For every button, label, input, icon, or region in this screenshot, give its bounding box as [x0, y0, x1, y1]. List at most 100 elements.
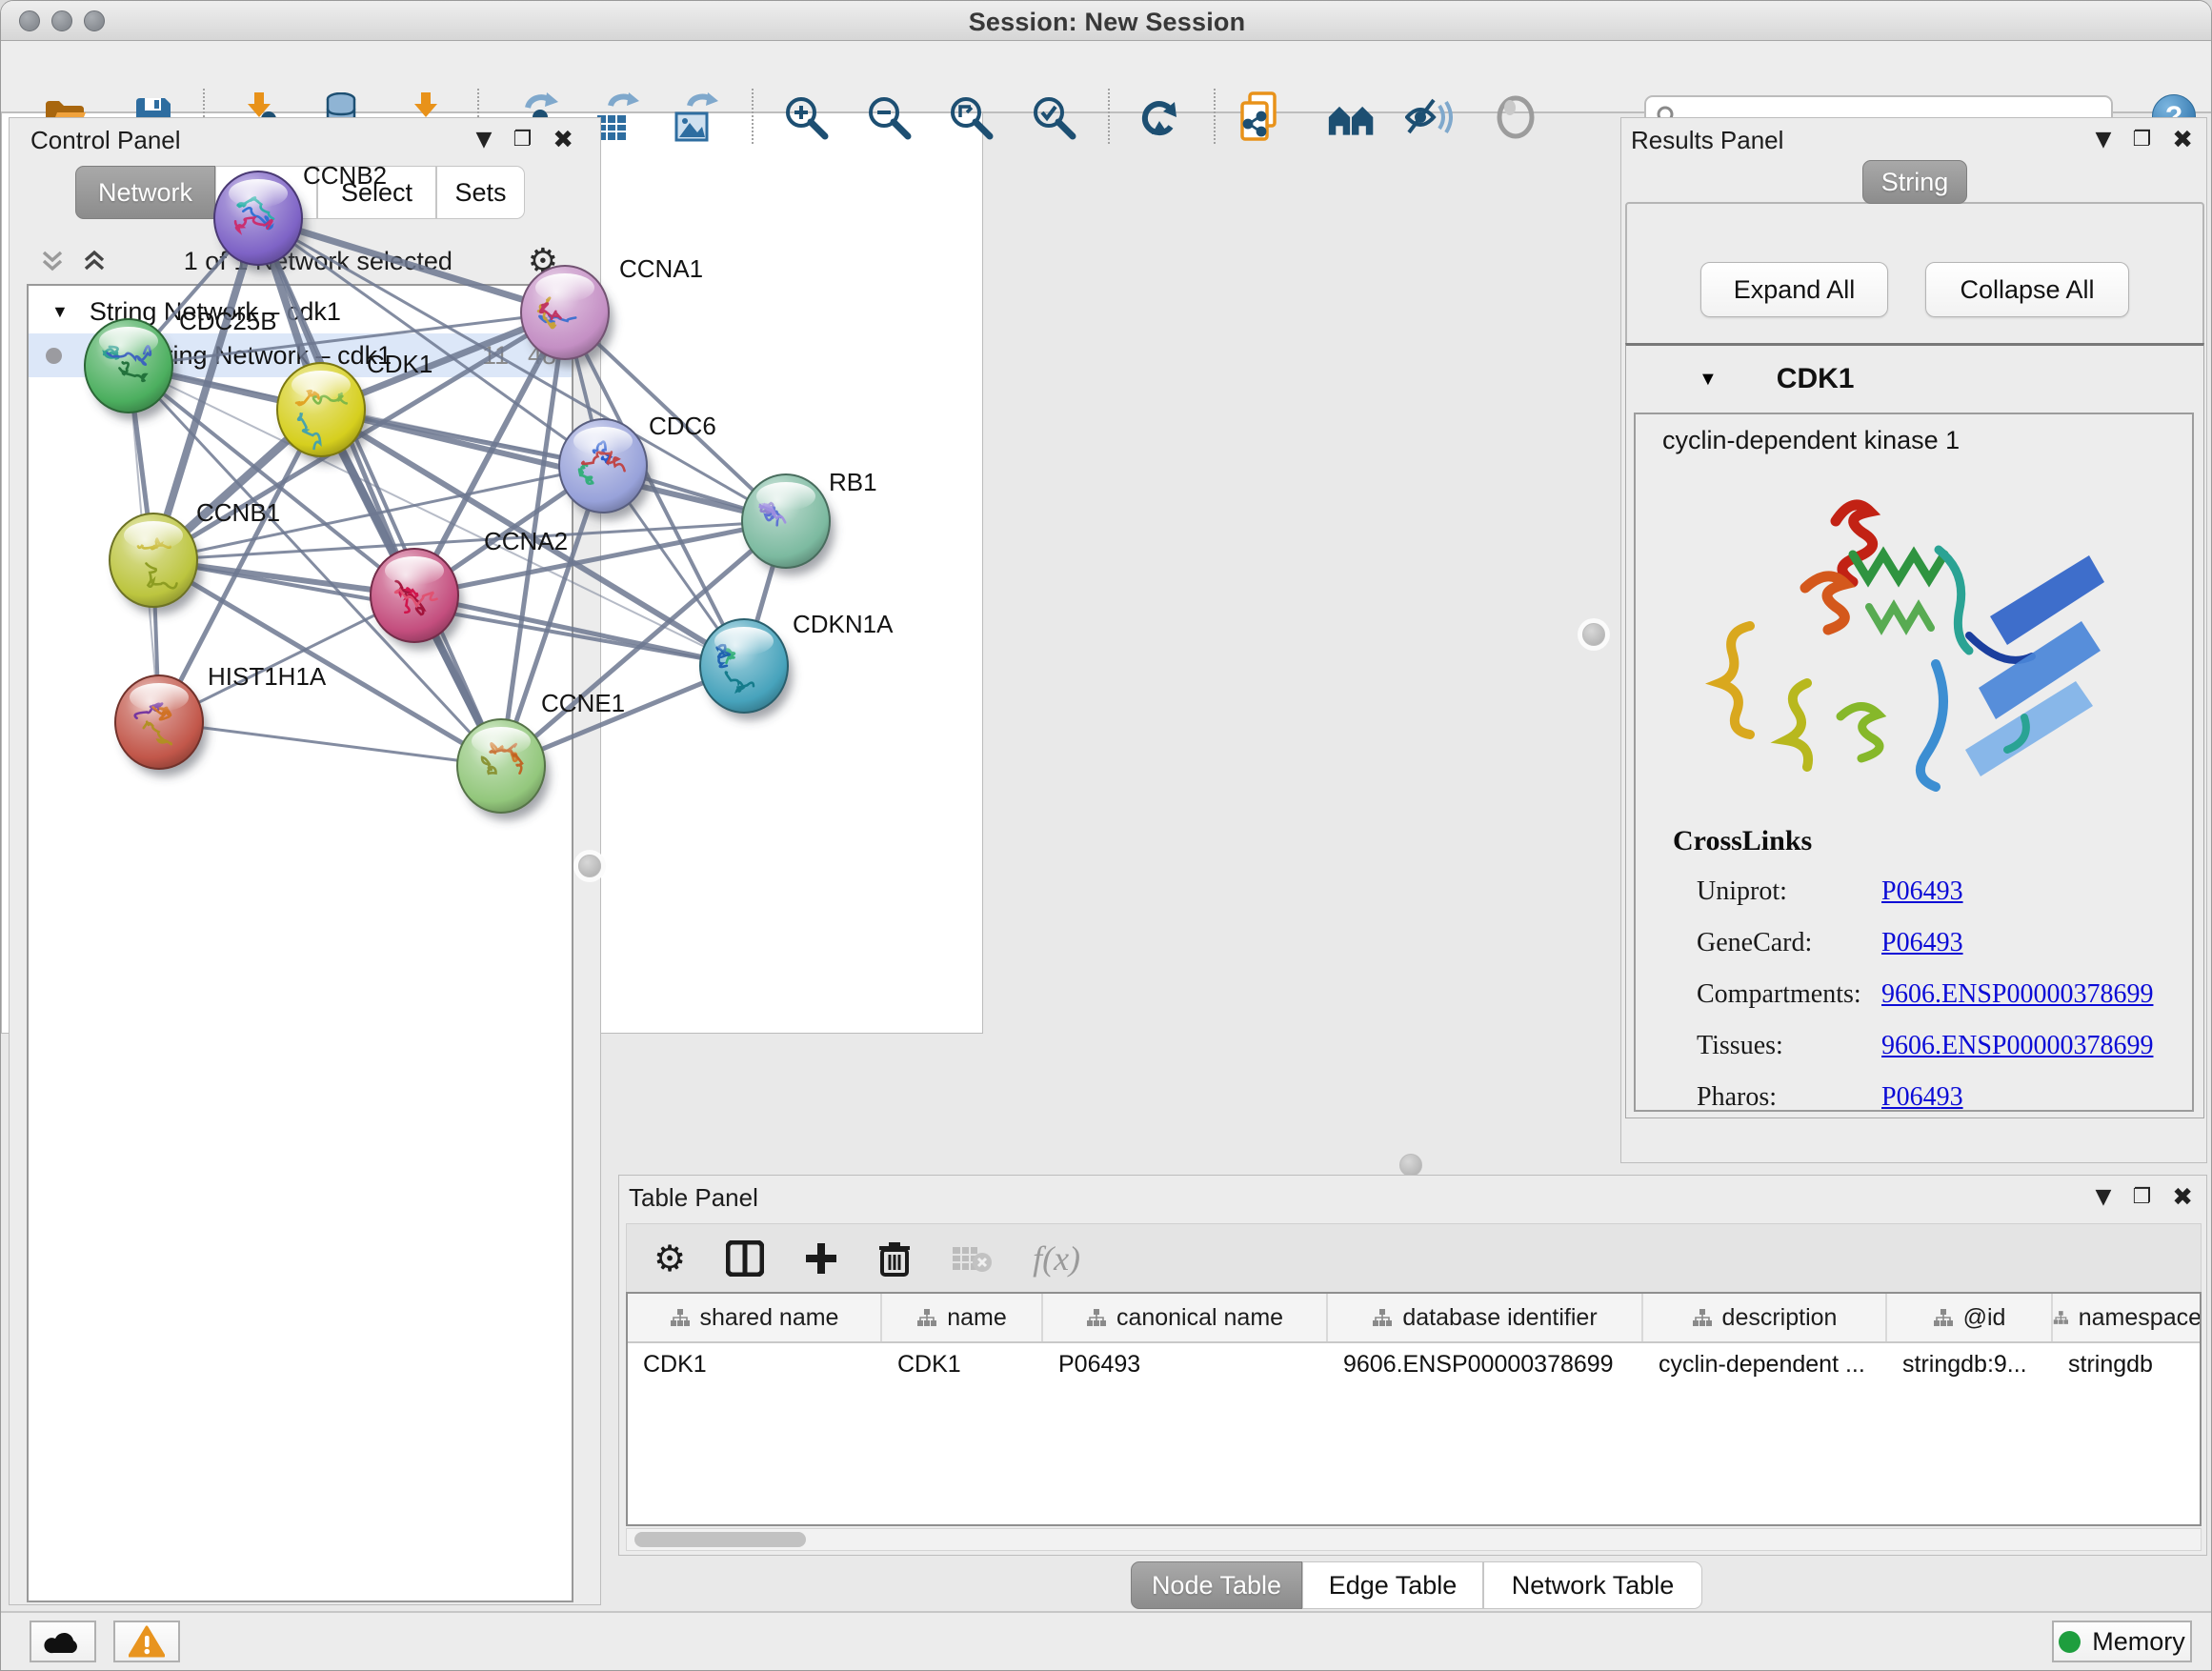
scrollbar-thumb[interactable]	[634, 1532, 806, 1547]
crosslinks-title: CrossLinks	[1673, 825, 1812, 857]
network-view-panel: CCNB2CCNA1CDC25BCDK1CDC6RB1CCNB1CCNA2CDK…	[1, 1, 983, 1034]
network-node-CCNB1[interactable]: CCNB1	[110, 498, 280, 614]
network-node-CCNA1[interactable]: CCNA1	[521, 254, 703, 367]
tab-edge-table[interactable]: Edge Table	[1302, 1561, 1483, 1609]
network-edge	[321, 410, 786, 521]
crosslink-label: GeneCard:	[1697, 928, 1881, 958]
cloud-icon	[43, 1628, 83, 1655]
tab-node-table[interactable]: Node Table	[1131, 1561, 1302, 1609]
function-builder-icon[interactable]: f(x)	[1033, 1238, 1080, 1278]
column-header-label: @id	[1963, 1304, 2006, 1332]
node-label: CCNA1	[619, 254, 703, 283]
node-label: CCNB1	[196, 498, 280, 527]
crosslink-label: Pharos:	[1697, 1082, 1881, 1113]
panel-float-icon[interactable]: ❐	[2132, 1187, 2151, 1208]
node-label: CDC25B	[179, 307, 277, 335]
protein-name: CDK1	[1777, 363, 1855, 395]
results-panel-title: Results Panel	[1631, 126, 1783, 155]
crosslink-link[interactable]: P06493	[1881, 928, 1963, 958]
node-label: CDC6	[649, 412, 716, 440]
tab-string[interactable]: String	[1862, 160, 1967, 204]
table-cell: CDK1	[882, 1351, 1043, 1379]
node-label: CCNE1	[541, 689, 625, 717]
crosslink-row: Uniprot:P06493	[1697, 866, 2173, 917]
memory-status-icon	[2059, 1631, 2081, 1653]
toolbar-separator	[1214, 89, 1216, 144]
column-header-@id[interactable]: @id	[1887, 1294, 2053, 1341]
cloud-button[interactable]	[30, 1621, 96, 1662]
panel-menu-icon[interactable]: ▼	[2096, 1187, 2112, 1208]
tab-network-table[interactable]: Network Table	[1483, 1561, 1702, 1609]
protein-results-list: ▼ CDK1 cyclin-dependent kinase 1	[1625, 343, 2204, 1118]
network-from-clipboard-icon[interactable]	[1236, 92, 1285, 142]
results-panel: Results Panel ▼ ❐ ✖ String Expand All Co…	[1620, 117, 2207, 1163]
show-hide-panel-icon[interactable]	[1491, 92, 1540, 142]
network-node-RB1[interactable]: RB1	[742, 468, 877, 575]
show-columns-icon[interactable]	[726, 1240, 764, 1277]
column-header-description[interactable]: description	[1643, 1294, 1887, 1341]
memory-button[interactable]: Memory	[2052, 1621, 2192, 1662]
network-node-HIST1H1A[interactable]: HIST1H1A	[115, 662, 327, 776]
network-node-CCNE1[interactable]: CCNE1	[457, 689, 625, 820]
protein-expander-icon[interactable]: ▼	[1699, 369, 1718, 391]
hide-glyphs-icon[interactable]	[1405, 92, 1455, 142]
table-options-gear-icon[interactable]: ⚙	[654, 1238, 686, 1279]
column-header-database-identifier[interactable]: database identifier	[1328, 1294, 1643, 1341]
protein-structure-image	[1693, 464, 2137, 816]
crosslink-link[interactable]: 9606.ENSP00000378699	[1881, 979, 2153, 1010]
panel-menu-icon[interactable]: ▼	[2096, 130, 2112, 151]
table-body: CDK1CDK1P064939606.ENSP00000378699cyclin…	[628, 1343, 2200, 1385]
left-splitter-handle[interactable]	[578, 855, 601, 877]
network-edge	[414, 595, 744, 666]
network-node-CDC25B[interactable]: CDC25B	[85, 307, 277, 420]
crosslink-link[interactable]: P06493	[1881, 876, 1963, 907]
network-edge	[159, 722, 501, 766]
table-toolbar: ⚙ f(x)	[626, 1223, 2202, 1292]
column-header-name[interactable]: name	[882, 1294, 1043, 1341]
crosslink-label: Compartments:	[1697, 979, 1881, 1010]
column-header-label: name	[947, 1304, 1007, 1332]
memory-label: Memory	[2092, 1627, 2185, 1657]
network-node-CCNB2[interactable]: CCNB2	[214, 161, 387, 272]
crosslink-link[interactable]: P06493	[1881, 1082, 1963, 1113]
delete-column-icon[interactable]	[878, 1240, 911, 1277]
column-header-namespace[interactable]: namespace	[2053, 1294, 2202, 1341]
table-cell: 9606.ENSP00000378699	[1328, 1351, 1643, 1379]
node-label: CDK1	[367, 350, 432, 378]
crosslinks-list: Uniprot:P06493GeneCard:P06493Compartment…	[1697, 866, 2173, 1123]
home-networks-icon[interactable]	[1327, 92, 1377, 142]
panel-float-icon[interactable]: ❐	[2132, 130, 2151, 151]
crosslink-link[interactable]: 9606.ENSP00000378699	[1881, 1031, 2153, 1061]
network-node-CDKN1A[interactable]: CDKN1A	[700, 610, 894, 720]
expand-all-button[interactable]: Expand All	[1700, 262, 1888, 317]
column-header-shared-name[interactable]: shared name	[628, 1294, 882, 1341]
panel-close-icon[interactable]: ✖	[2172, 1185, 2193, 1210]
add-column-icon[interactable]	[804, 1241, 838, 1276]
crosslink-row: Pharos:P06493	[1697, 1072, 2173, 1123]
protein-description: cyclin-dependent kinase 1	[1662, 426, 1960, 455]
node-label: CDKN1A	[793, 610, 894, 638]
table-header-row: shared name name canonical name database id…	[628, 1294, 2200, 1343]
table-row[interactable]: CDK1CDK1P064939606.ENSP00000378699cyclin…	[628, 1343, 2200, 1385]
warnings-button[interactable]	[113, 1621, 180, 1662]
table-horizontal-scrollbar[interactable]	[626, 1528, 2202, 1551]
refresh-icon[interactable]	[1135, 92, 1184, 142]
delete-table-icon[interactable]	[951, 1243, 993, 1274]
protein-detail-box: cyclin-dependent kinase 1	[1634, 413, 2194, 1112]
network-graph-canvas[interactable]: CCNB2CCNA1CDC25BCDK1CDC6RB1CCNB1CCNA2CDK…	[1, 1, 981, 978]
crosslink-label: Tissues:	[1697, 1031, 1881, 1061]
column-header-label: database identifier	[1402, 1304, 1597, 1332]
zoom-selected-icon[interactable]	[1029, 92, 1078, 142]
column-header-label: canonical name	[1116, 1304, 1283, 1332]
panel-close-icon[interactable]: ✖	[2172, 128, 2193, 152]
table-cell: cyclin-dependent ...	[1643, 1351, 1887, 1379]
network-node-CDC6[interactable]: CDC6	[559, 412, 716, 520]
collapse-all-button[interactable]: Collapse All	[1925, 262, 2129, 317]
crosslink-row: Tissues:9606.ENSP00000378699	[1697, 1020, 2173, 1072]
column-header-label: shared name	[700, 1304, 839, 1332]
column-header-canonical-name[interactable]: canonical name	[1043, 1294, 1328, 1341]
horizontal-splitter-handle[interactable]	[1399, 1154, 1422, 1177]
column-header-label: description	[1722, 1304, 1838, 1332]
right-splitter-handle[interactable]	[1582, 623, 1605, 646]
node-label: HIST1H1A	[208, 662, 327, 691]
